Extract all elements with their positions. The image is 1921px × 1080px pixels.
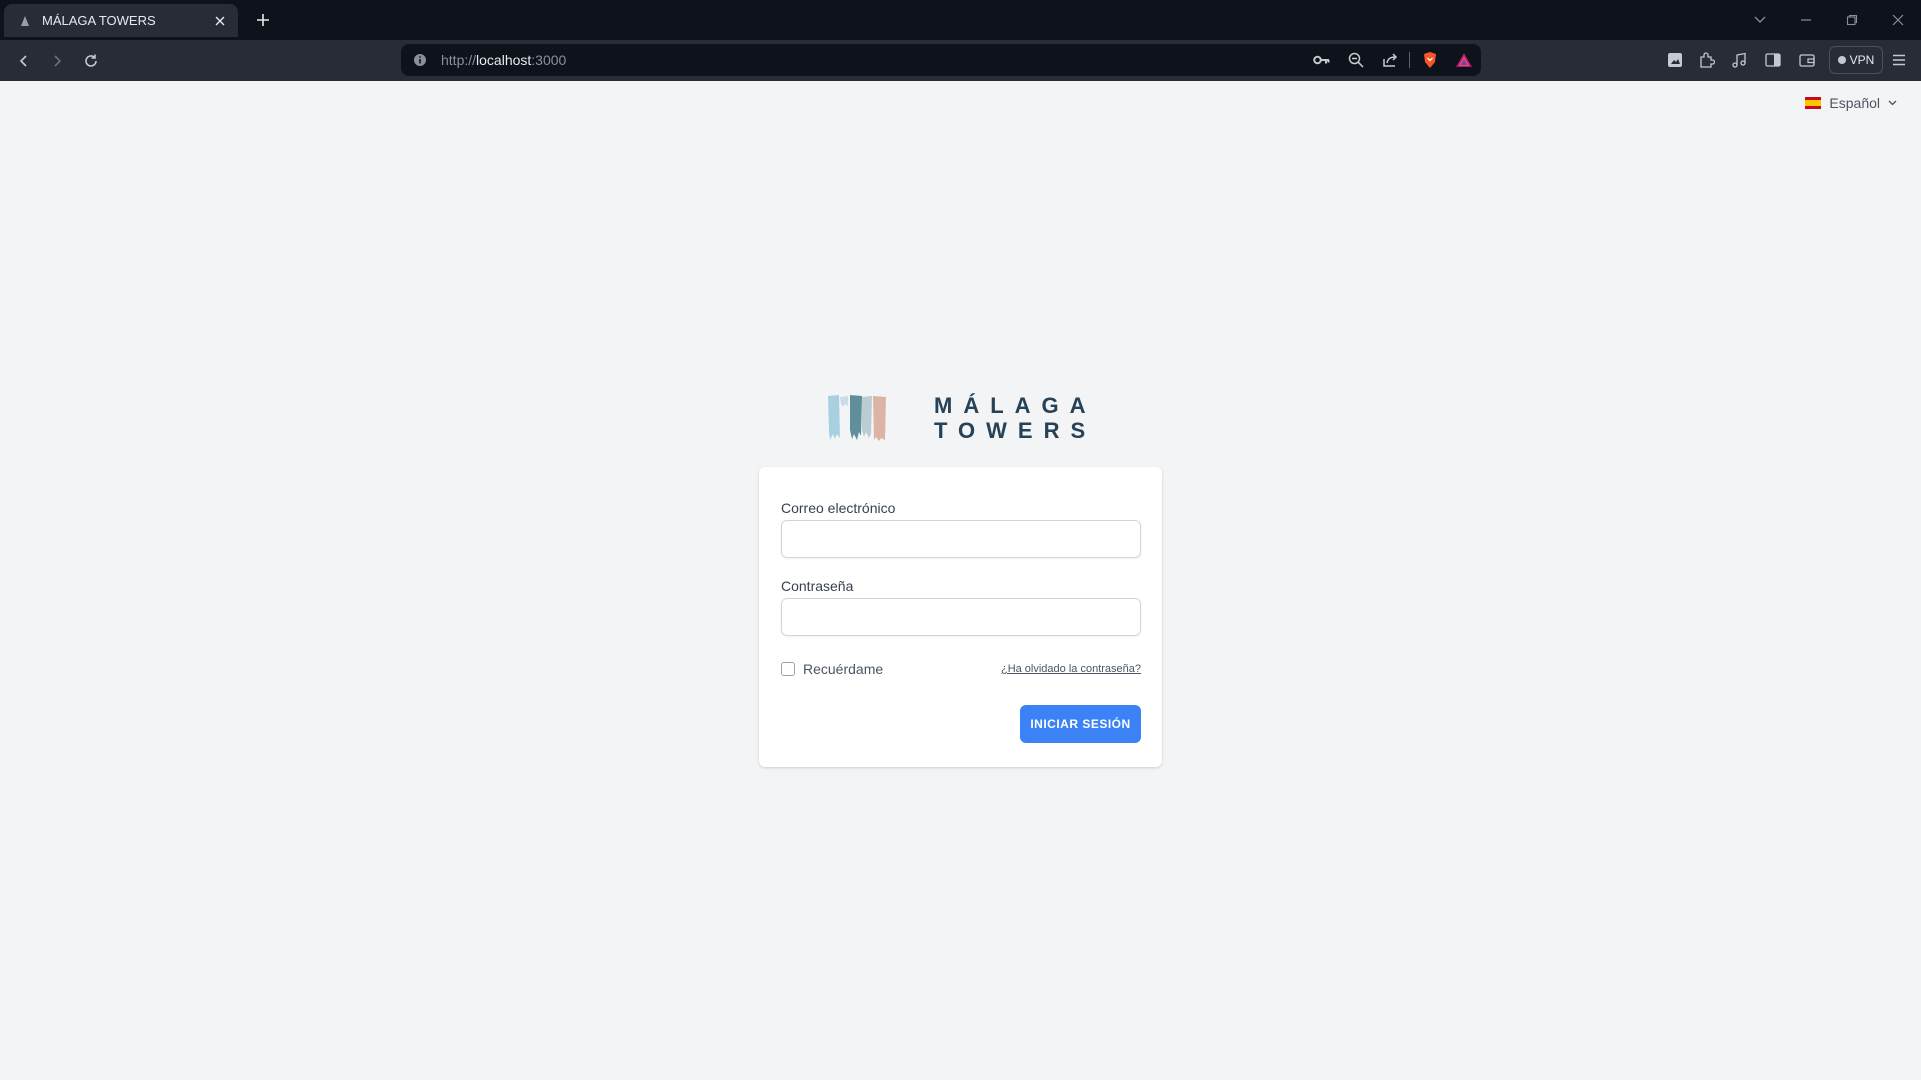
site-info-icon[interactable] — [413, 53, 427, 67]
forgot-password-link[interactable]: ¿Ha olvidado la contraseña? — [1001, 663, 1141, 675]
media-icon[interactable] — [1729, 50, 1749, 70]
brave-shields-icon[interactable] — [1420, 50, 1440, 70]
login-button[interactable]: INICIAR SESIÓN — [1020, 705, 1141, 743]
spain-flag-icon — [1805, 97, 1822, 109]
password-field[interactable] — [781, 598, 1141, 636]
forward-icon[interactable] — [45, 49, 69, 73]
screenshot-icon[interactable] — [1665, 50, 1685, 70]
remember-me[interactable]: Recuérdame — [781, 661, 883, 677]
tab-title: MÁLAGA TOWERS — [42, 13, 156, 28]
login-card: Correo electrónico Contraseña Recuérdame… — [759, 467, 1162, 767]
email-label: Correo electrónico — [781, 500, 896, 516]
towers-mark-icon — [828, 395, 886, 441]
remember-me-label: Recuérdame — [803, 661, 884, 677]
close-window-icon[interactable] — [1887, 10, 1909, 30]
logo-wordmark: MÁLAGA TOWERS — [934, 393, 1097, 443]
address-bar[interactable]: http://localhost:3000 — [401, 44, 1481, 76]
key-icon[interactable] — [1312, 50, 1332, 70]
url-text[interactable]: http://localhost:3000 — [441, 52, 566, 68]
browser-tab-active[interactable]: MÁLAGA TOWERS — [4, 4, 238, 37]
restore-icon[interactable] — [1841, 10, 1863, 30]
language-label: Español — [1829, 95, 1880, 111]
close-tab-icon[interactable] — [210, 11, 230, 31]
brave-rewards-icon[interactable] — [1454, 50, 1474, 70]
extensions-icon[interactable] — [1697, 50, 1717, 70]
browser-toolbar: http://localhost:3000 VPN — [0, 40, 1921, 81]
malaga-towers-logo: MÁLAGA TOWERS — [826, 391, 1100, 443]
new-tab-plus-icon[interactable] — [252, 9, 274, 31]
reload-icon[interactable] — [79, 49, 103, 73]
vpn-label: VPN — [1849, 53, 1875, 67]
menu-icon[interactable] — [1889, 50, 1909, 70]
vpn-status-icon — [1837, 56, 1846, 64]
language-selector[interactable]: Español — [1805, 95, 1897, 111]
remember-me-checkbox[interactable] — [781, 662, 795, 676]
share-icon[interactable] — [1380, 50, 1400, 70]
email-field[interactable] — [781, 520, 1141, 558]
tab-search-chevron-down-icon[interactable] — [1749, 10, 1771, 30]
url-host: localhost — [476, 52, 532, 68]
vpn-button[interactable]: VPN — [1829, 46, 1883, 74]
minimize-icon[interactable] — [1795, 10, 1817, 30]
omnibox-separator — [1409, 52, 1410, 68]
url-scheme: http:// — [441, 52, 477, 68]
sidebar-icon[interactable] — [1763, 50, 1783, 70]
logo-line-2: TOWERS — [934, 418, 1097, 443]
wallet-icon[interactable] — [1797, 50, 1817, 70]
chevron-down-icon — [1888, 100, 1897, 106]
password-label: Contraseña — [781, 578, 854, 594]
login-page: Español MÁLAGA TOWERS Correo electrónico… — [0, 81, 1921, 1080]
zoom-out-icon[interactable] — [1346, 50, 1366, 70]
browser-tabstrip: MÁLAGA TOWERS — [0, 0, 1921, 40]
url-port: :3000 — [531, 52, 567, 68]
logo-line-1: MÁLAGA — [934, 393, 1097, 418]
back-icon[interactable] — [12, 49, 36, 73]
brave-favicon-icon — [18, 14, 32, 28]
